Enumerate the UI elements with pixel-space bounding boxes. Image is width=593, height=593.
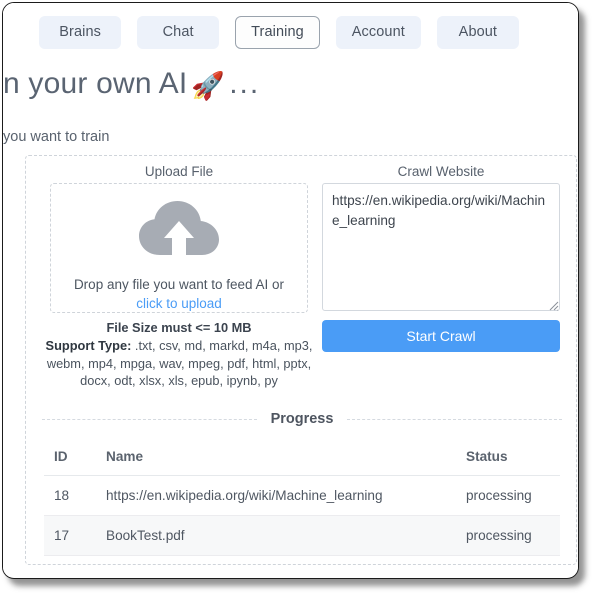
browser-window: Brains Chat Training Account About n you… [2,2,579,579]
row-name: https://en.wikipedia.org/wiki/Machine_le… [96,475,456,516]
cloud-upload-icon [137,199,221,262]
page-title: n your own AI 🚀... [3,67,563,102]
row-status: processing [456,475,560,516]
column-header-id[interactable]: ID [44,441,96,476]
progress-title: Progress [270,411,334,427]
divider-line-left [42,418,257,420]
progress-table-body: 18 https://en.wikipedia.org/wiki/Machine… [44,475,560,556]
progress-table: ID Name Status 18 https://en.wikipedia.o… [44,441,560,556]
tab-brains[interactable]: Brains [39,15,122,49]
row-name: BookTest.pdf [96,515,456,556]
support-types-label: Support Type: [45,338,132,353]
rocket-icon: 🚀 [191,71,226,101]
tab-chat[interactable]: Chat [137,15,220,49]
page-title-text: n your own AI [3,67,188,100]
dropzone-text: Drop any file you want to feed AI or cli… [59,275,299,313]
file-size-note: File Size must <= 10 MB [106,320,252,335]
upload-section-label: Upload File [144,164,214,179]
tab-training-label: Training [251,24,304,40]
row-id: 18 [44,475,96,516]
table-row[interactable]: 18 https://en.wikipedia.org/wiki/Machine… [44,475,560,516]
tab-account[interactable]: Account [335,15,421,49]
crawl-url-input[interactable] [322,183,560,311]
column-header-status[interactable]: Status [456,441,560,476]
crawl-section-label: Crawl Website [397,164,485,179]
tab-training[interactable]: Training [235,15,320,49]
row-id: 17 [44,515,96,556]
tab-about[interactable]: About [436,15,519,49]
column-header-name[interactable]: Name [96,441,456,476]
table-header-row: ID Name Status [44,441,560,476]
start-crawl-button[interactable]: Start Crawl [322,320,560,352]
tab-account-label: Account [351,24,405,40]
dropzone-text-main: Drop any file you want to feed AI or [73,277,285,292]
divider-line-right [347,418,562,420]
file-dropzone[interactable]: Drop any file you want to feed AI or cli… [50,183,308,313]
progress-table-header: ID Name Status [44,441,560,476]
support-types-note: Support Type: .txt, csv, md, markd, m4a,… [42,337,316,390]
row-status: processing [456,515,560,556]
progress-divider: Progress [42,411,562,427]
main-navigation-tabs: Brains Chat Training Account About [3,3,577,61]
tab-about-label: About [458,24,498,40]
tab-brains-label: Brains [59,24,101,40]
tab-chat-label: Chat [162,24,194,40]
page-title-ellipsis: ... [229,67,261,100]
training-card: Upload File Crawl Website Drop any file … [25,155,577,565]
click-to-upload-link[interactable]: click to upload [136,296,222,311]
table-row[interactable]: 17 BookTest.pdf processing [44,515,560,556]
page-content: Brains Chat Training Account About n you… [3,3,578,577]
page-subtitle: you want to train [3,129,110,145]
